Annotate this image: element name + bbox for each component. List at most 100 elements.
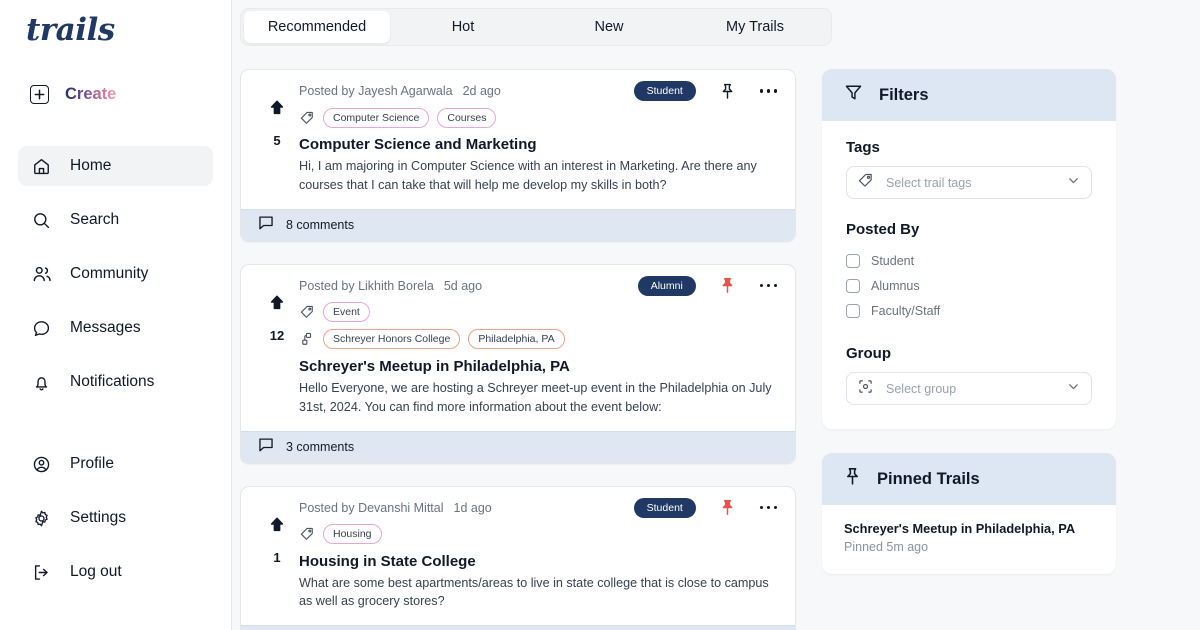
pin-icon[interactable] — [720, 277, 735, 294]
group-select-placeholder: Select group — [886, 381, 957, 396]
post-comments-bar[interactable]: 8 comments — [241, 208, 795, 241]
tab-my-trails[interactable]: My Trails — [682, 11, 828, 43]
tab-recommended[interactable]: Recommended — [244, 11, 390, 43]
filters-panel-body: Tags Select trail tags Posted By Student… — [822, 121, 1116, 429]
post-time: 5d ago — [443, 278, 483, 293]
upvote-arrow-icon[interactable] — [270, 295, 284, 315]
comment-icon — [258, 437, 274, 458]
post-body: 12 Posted by Likhith Borela 5d ago Alumn… — [241, 265, 795, 431]
tags-section-label: Tags — [846, 139, 880, 156]
post-author: Posted by Jayesh Agarwala — [299, 84, 453, 98]
vote-count: 1 — [273, 549, 281, 565]
filters-panel: Filters Tags Select trail tags Posted By… — [822, 69, 1116, 429]
create-label: Create — [65, 84, 117, 103]
post-group[interactable]: Schreyer Honors College — [323, 329, 461, 350]
post-title[interactable]: Computer Science and Marketing — [299, 136, 779, 153]
post-title[interactable]: Schreyer's Meetup in Philadelphia, PA — [299, 358, 779, 375]
post-more-options-icon[interactable] — [759, 89, 777, 93]
post-card[interactable]: 12 Posted by Likhith Borela 5d ago Alumn… — [240, 263, 796, 464]
sidebar-item-profile[interactable]: Profile — [18, 444, 213, 484]
search-icon — [31, 210, 52, 231]
post-comments-bar[interactable]: 3 comments — [241, 625, 795, 630]
checkbox-faculty-staff[interactable]: Faculty/Staff — [846, 298, 1092, 323]
upvote-arrow-icon[interactable] — [270, 517, 284, 537]
post-tag[interactable]: Courses — [437, 107, 497, 128]
sidebar-item-label: Notifications — [70, 373, 155, 390]
funnel-icon — [844, 83, 863, 107]
filters-panel-header: Filters — [822, 69, 1116, 121]
sidebar-item-community[interactable]: Community — [18, 254, 213, 294]
sidebar-item-logout[interactable]: Log out — [18, 552, 213, 592]
pin-icon[interactable] — [720, 499, 735, 516]
sidebar-item-notifications[interactable]: Notifications — [18, 362, 213, 402]
comment-count: 3 comments — [286, 440, 355, 455]
post-author: Posted by Likhith Borela — [299, 278, 434, 293]
community-icon — [31, 264, 52, 285]
post-title[interactable]: Housing in State College — [299, 553, 779, 570]
tab-hot[interactable]: Hot — [390, 11, 536, 43]
vote-count: 5 — [273, 133, 281, 148]
group-icon — [299, 332, 315, 346]
post-content: Posted by Jayesh Agarwala 2d ago Student — [299, 81, 781, 195]
post-content: Posted by Likhith Borela 5d ago Alumni E… — [299, 275, 781, 417]
sidebar-secondary-nav: Profile Settings Log out — [0, 444, 231, 592]
post-card[interactable]: 1 Posted by Devanshi Mittal 1d ago Stude… — [240, 485, 796, 630]
post-more-options-icon[interactable] — [759, 505, 777, 510]
checkbox-label: Alumnus — [871, 278, 920, 293]
tags-select-placeholder: Select trail tags — [886, 175, 972, 190]
post-tag[interactable]: Computer Science — [323, 107, 430, 128]
sidebar-item-settings[interactable]: Settings — [18, 498, 213, 538]
create-button[interactable]: Create — [0, 78, 231, 110]
pinned-trails-panel: Pinned Trails Schreyer's Meetup in Phila… — [822, 453, 1116, 574]
post-meta: Posted by Devanshi Mittal 1d ago Student — [299, 497, 779, 518]
user-circle-icon — [31, 454, 52, 475]
post-tag-row: Computer Science Courses — [299, 107, 779, 128]
post-more-options-icon[interactable] — [759, 284, 777, 288]
post-tag[interactable]: Event — [323, 302, 370, 323]
pinned-trails-body: Schreyer's Meetup in Philadelphia, PA Pi… — [822, 505, 1116, 574]
chevron-down-icon — [1067, 174, 1080, 192]
sidebar-item-label: Home — [70, 157, 112, 174]
content-columns: 5 Posted by Jayesh Agarwala 2d ago Stude… — [232, 46, 1200, 630]
sidebar-item-search[interactable]: Search — [18, 200, 213, 240]
post-group[interactable]: Philadelphia, PA — [468, 329, 565, 350]
pin-icon[interactable] — [720, 83, 735, 100]
sidebar-item-messages[interactable]: Messages — [18, 308, 213, 348]
plus-square-icon — [30, 84, 49, 104]
right-sidebar: Filters Tags Select trail tags Posted By… — [796, 46, 1116, 630]
main-content: Recommended Hot New My Trails 5 Posted b… — [232, 0, 1200, 630]
post-comments-bar[interactable]: 3 comments — [241, 430, 795, 463]
post-tag[interactable]: Housing — [323, 524, 382, 545]
upvote-arrow-icon[interactable] — [270, 100, 284, 120]
filters-title: Filters — [879, 85, 929, 104]
message-icon — [31, 318, 52, 339]
group-select[interactable]: Select group — [846, 372, 1092, 405]
gear-icon — [31, 508, 52, 529]
checkbox-box[interactable] — [846, 278, 860, 293]
sidebar-item-home[interactable]: Home — [18, 146, 213, 186]
vote-control: 1 — [255, 498, 299, 612]
checkbox-label: Faculty/Staff — [871, 303, 941, 318]
tag-icon — [299, 111, 315, 125]
checkbox-student[interactable]: Student — [846, 248, 1092, 273]
sidebar-item-label: Search — [70, 211, 120, 228]
app-logo[interactable]: trails — [0, 0, 231, 50]
vote-count: 12 — [269, 327, 285, 343]
pin-icon — [844, 467, 861, 491]
checkbox-box[interactable] — [846, 303, 860, 318]
checkbox-box[interactable] — [846, 253, 860, 268]
post-body: 1 Posted by Devanshi Mittal 1d ago Stude… — [241, 487, 795, 626]
status-badge: Student — [633, 497, 696, 518]
checkbox-alumnus[interactable]: Alumnus — [846, 273, 1092, 298]
tag-icon — [858, 173, 873, 193]
post-time: 1d ago — [453, 500, 492, 515]
tab-new[interactable]: New — [536, 11, 682, 43]
post-card[interactable]: 5 Posted by Jayesh Agarwala 2d ago Stude… — [240, 69, 796, 242]
checkbox-label: Student — [871, 253, 915, 268]
home-icon — [31, 156, 52, 177]
sidebar-item-label: Settings — [70, 509, 127, 526]
tags-select[interactable]: Select trail tags — [846, 166, 1092, 199]
pinned-item-title[interactable]: Schreyer's Meetup in Philadelphia, PA — [844, 521, 1094, 536]
pinned-trails-title: Pinned Trails — [877, 469, 980, 488]
post-meta: Posted by Likhith Borela 5d ago Alumni — [299, 275, 779, 296]
